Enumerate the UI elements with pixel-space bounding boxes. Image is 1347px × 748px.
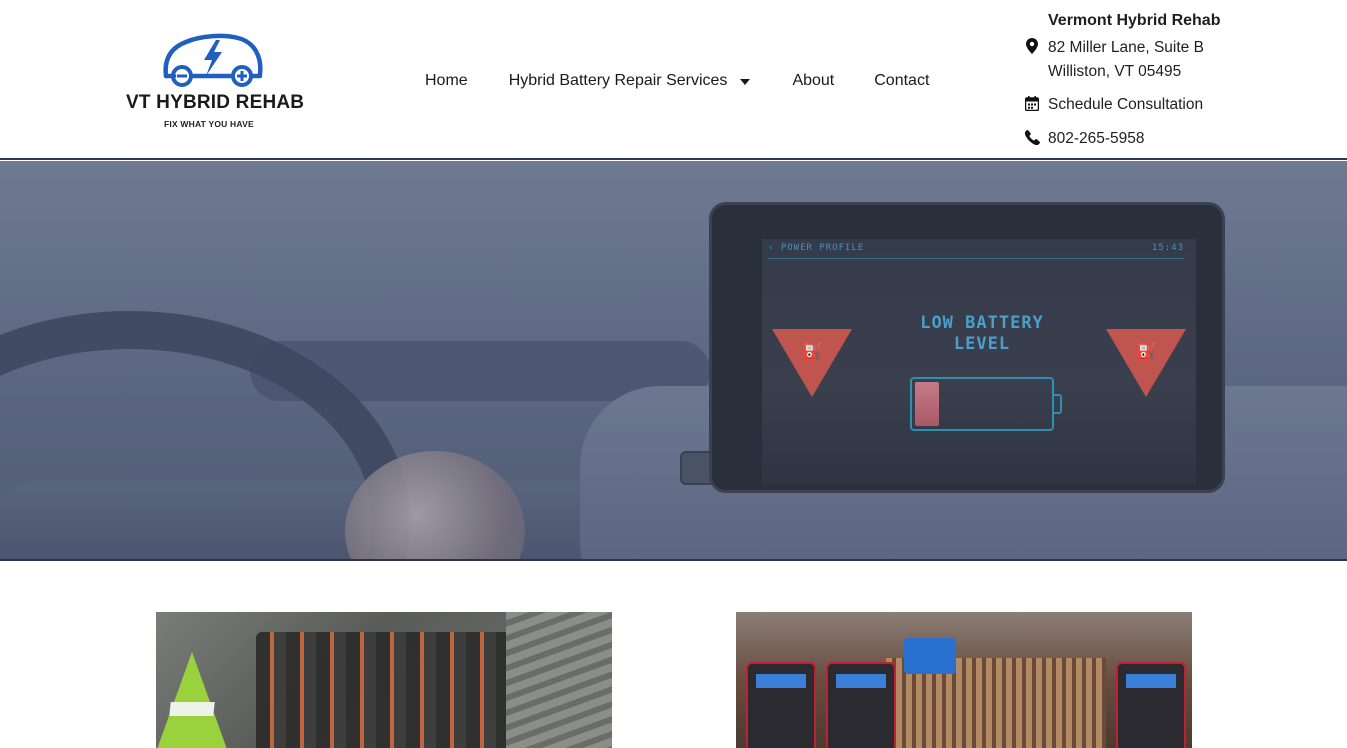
charger-display	[756, 674, 806, 688]
charger-unit	[826, 662, 896, 748]
address-line1: 82 Miller Lane, Suite B	[1048, 39, 1204, 56]
car-lightning-icon	[163, 33, 263, 87]
battery-level-fill	[915, 382, 939, 426]
fuel-pump-icon: ⛽	[802, 344, 822, 361]
low-battery-line2: LEVEL	[953, 334, 1011, 354]
low-battery-line1: LOW BATTERY	[920, 313, 1044, 333]
charger-unit	[746, 662, 816, 748]
schedule-row: Schedule Consultation	[1024, 94, 1203, 116]
chevron-down-icon[interactable]	[740, 79, 751, 85]
site-logo[interactable]: VT HYBRID REHAB FIX WHAT YOU HAVE	[124, 30, 304, 134]
phone-row: 802-265-5958	[1024, 128, 1145, 150]
charger-display	[1126, 674, 1176, 688]
charger-unit	[1116, 662, 1186, 748]
cone-stripe	[169, 702, 215, 716]
address-row: 82 Miller Lane, Suite B Williston, VT 05…	[1024, 36, 1204, 84]
screen-clock: 15:43	[1151, 243, 1184, 253]
nav-hybrid-battery-repair-services[interactable]: Hybrid Battery Repair Services	[509, 72, 751, 90]
calendar-icon	[1024, 94, 1040, 112]
battery-cap	[1054, 394, 1062, 414]
metal-rail	[506, 612, 612, 748]
nav-home[interactable]: Home	[425, 72, 468, 90]
logo-title: VT HYBRID REHAB	[126, 92, 305, 113]
battery-modules	[256, 632, 536, 748]
business-name: Vermont Hybrid Rehab	[1048, 12, 1221, 29]
main-nav: Home Hybrid Battery Repair Services Abou…	[425, 70, 929, 92]
low-battery-message: LOW BATTERY LEVEL	[882, 313, 1082, 355]
phone-icon	[1024, 128, 1040, 146]
hero-banner: ‹ POWER PROFILE 15:43 ⛽ ⛽ LOW BATTERY LE…	[0, 161, 1347, 561]
site-header: VT HYBRID REHAB FIX WHAT YOU HAVE Home H…	[0, 0, 1347, 160]
battery-chargers-photo	[736, 612, 1192, 748]
nav-contact[interactable]: Contact	[874, 72, 929, 90]
schedule-consultation-link[interactable]: Schedule Consultation	[1048, 94, 1203, 116]
nav-services-label: Hybrid Battery Repair Services	[508, 72, 728, 89]
nav-about[interactable]: About	[792, 72, 834, 90]
battery-pack-photo	[156, 612, 612, 748]
logo-tagline: FIX WHAT YOU HAVE	[164, 119, 254, 129]
traffic-cone	[156, 652, 228, 748]
blue-charger	[904, 638, 956, 674]
screen-header-left: ‹ POWER PROFILE	[768, 243, 865, 253]
screen-header: ‹ POWER PROFILE 15:43	[768, 243, 1184, 259]
map-pin-icon	[1024, 36, 1040, 54]
infotainment-screen: ‹ POWER PROFILE 15:43 ⛽ ⛽ LOW BATTERY LE…	[762, 239, 1196, 485]
battery-icon	[910, 377, 1054, 431]
charger-display	[836, 674, 886, 688]
fuel-pump-icon: ⛽	[1136, 344, 1156, 361]
phone-link[interactable]: 802-265-5958	[1048, 128, 1145, 150]
address-line2: Williston, VT 05495	[1048, 63, 1182, 80]
address: 82 Miller Lane, Suite B Williston, VT 05…	[1048, 36, 1204, 84]
